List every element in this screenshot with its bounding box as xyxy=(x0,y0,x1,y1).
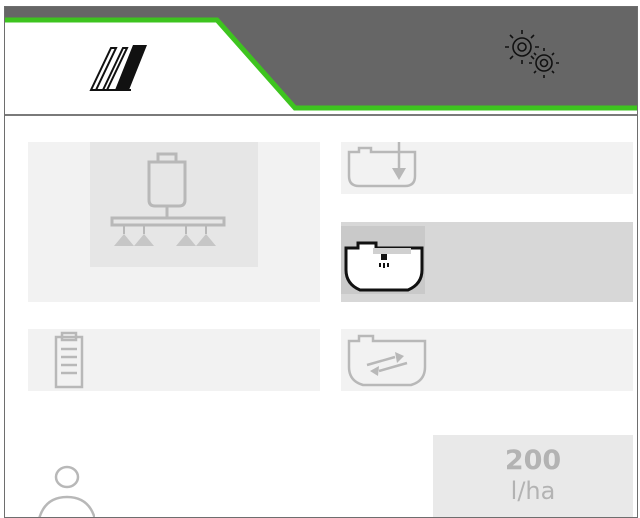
tab-settings[interactable] xyxy=(295,7,637,107)
application-rate-unit: l/ha xyxy=(510,477,556,505)
tank-spray-tile[interactable] xyxy=(341,222,633,302)
gears-icon xyxy=(505,30,559,78)
sprayer-tile[interactable] xyxy=(28,142,320,302)
tank-circulation-tile[interactable] xyxy=(341,329,633,391)
tab-bar xyxy=(5,7,637,114)
tank-fill-icon xyxy=(347,142,417,188)
tank-fill-tile[interactable] xyxy=(341,142,633,194)
tank-circulation-icon xyxy=(347,334,427,387)
terminal-screen: 200 l/ha xyxy=(4,6,638,518)
field-tramline-icon xyxy=(89,45,147,91)
user-icon[interactable] xyxy=(35,463,95,518)
tank-spray-icon xyxy=(344,241,424,292)
tab-field[interactable] xyxy=(5,7,295,107)
application-rate-field[interactable]: 200 l/ha xyxy=(433,435,633,517)
documentation-tile[interactable] xyxy=(28,329,320,391)
sprayer-boom-icon xyxy=(110,152,226,246)
application-rate-value: 200 xyxy=(504,445,562,476)
clipboard-icon xyxy=(54,331,84,389)
header-divider xyxy=(5,114,637,116)
